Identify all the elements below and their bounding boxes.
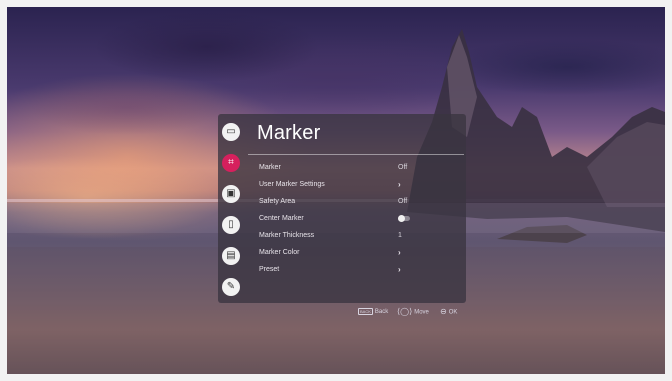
menu-item-marker-thickness[interactable]: Marker Thickness 1 [248,227,448,244]
marker-icon[interactable]: ⌗ [222,154,240,172]
menu-item-label: User Marker Settings [259,181,325,188]
menu-item-center-marker[interactable]: Center Marker [248,210,448,227]
chevron-right-icon: › [398,265,401,274]
page-title: Marker [257,122,321,144]
settings-sidebar: ▭ ⌗ ▣ ▯ ▤ ✎ [220,116,242,301]
toggle-knob [398,215,405,222]
menu-item-safety-area[interactable]: Safety Area Off [248,193,448,210]
ok-enter-icon: ⊖ [440,307,447,316]
chevron-right-icon: › [398,180,401,189]
menu-item-label: Safety Area [259,198,296,205]
menu-item-marker[interactable]: Marker Off [248,159,448,176]
menu-item-label: Marker Thickness [259,232,315,239]
menu-item-user-marker-settings[interactable]: User Marker Settings › [248,176,448,193]
back-key-icon: BACK [358,307,373,315]
picture-icon[interactable]: ▭ [222,123,240,141]
chevron-right-icon: › [398,248,401,257]
ok-hint-label: OK [448,309,458,316]
ok-hint[interactable]: ⊖ OK [440,306,457,318]
move-arrows-icon: ⟨◯⟩ [397,307,413,316]
remote-icon[interactable]: ▯ [222,216,240,234]
menu-item-label: Center Marker [259,215,304,222]
menu-item-value: Off [398,164,408,171]
sound-icon[interactable]: ▣ [222,185,240,203]
title-divider [248,154,464,155]
settings-panel: ▭ ⌗ ▣ ▯ ▤ ✎ Marker Marker Off User Marke… [218,114,466,303]
menu-item-preset[interactable]: Preset › [248,261,448,278]
back-hint[interactable]: BACK Back [358,306,388,318]
menu-item-value: 1 [398,232,402,239]
menu-item-label: Marker Color [259,249,300,256]
back-hint-label: Back [374,309,389,315]
move-hint: ⟨◯⟩ Move [397,306,429,318]
support-icon[interactable]: ✎ [222,278,240,296]
move-hint-label: Move [414,309,429,316]
general-icon[interactable]: ▤ [222,247,240,265]
menu-item-label: Marker [259,164,281,171]
center-marker-toggle[interactable] [398,215,410,222]
menu-item-label: Preset [259,266,280,273]
menu-item-value: Off [398,198,408,205]
menu-item-marker-color[interactable]: Marker Color › [248,244,448,261]
